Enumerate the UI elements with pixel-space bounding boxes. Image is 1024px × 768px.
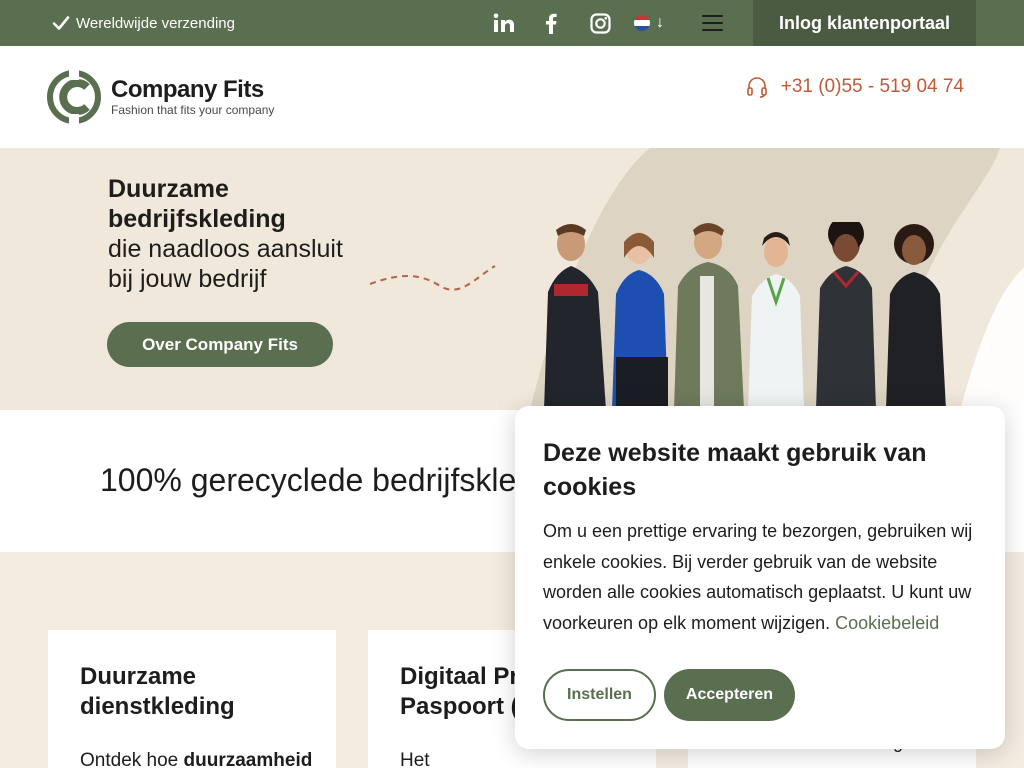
cookie-accept-button[interactable]: Accepteren [664, 669, 795, 721]
instagram-icon[interactable] [588, 0, 612, 46]
netherlands-flag-icon [634, 15, 650, 31]
shipping-text: Wereldwijde verzending [76, 14, 235, 32]
check-icon [52, 16, 70, 30]
recycled-heading: 100% gerecyclede bedrijfskled [100, 462, 535, 498]
card-text: Ontdek hoe duurzaamheid [80, 750, 313, 768]
cookie-title: Deze website maakt gebruik van cookies [543, 439, 927, 501]
company-logo[interactable]: Company Fits Fashion that fits your comp… [47, 70, 274, 124]
phone-number: +31 (0)55 - 519 04 74 [780, 76, 964, 97]
linkedin-icon[interactable] [490, 0, 518, 46]
card-title: Duurzame dienstkleding [80, 663, 235, 720]
card-sustainable-uniforms[interactable]: Duurzame dienstkleding Ontdek hoe duurzaa… [48, 630, 336, 768]
menu-icon[interactable] [702, 0, 728, 46]
card-title: Digitaal Pr Paspoort ( [400, 663, 519, 720]
cookie-description: Om u een prettige ervaring te bezorgen, … [543, 521, 973, 633]
card-text: Het [400, 750, 430, 768]
hero-title: Duurzame bedrijfskleding [108, 175, 286, 233]
phone-link[interactable]: +31 (0)55 - 519 04 74 [746, 76, 964, 98]
cookie-policy-link[interactable]: Cookiebeleid [835, 613, 939, 633]
shipping-notice: Wereldwijde verzending [52, 0, 235, 46]
cookie-settings-button[interactable]: Instellen [543, 669, 656, 721]
language-selector[interactable]: ↓ [634, 0, 664, 46]
logo-mark-icon [47, 70, 101, 124]
language-arrow: ↓ [656, 14, 664, 31]
about-company-button[interactable]: Over Company Fits [107, 322, 333, 367]
models-photo [544, 222, 946, 410]
facebook-icon[interactable] [540, 0, 562, 46]
hero-subtitle: die naadloos aansluit bij jouw bedrijf [108, 235, 343, 293]
hero-section: Duurzame bedrijfskleding die naadloos aan… [0, 148, 1024, 410]
top-bar: Wereldwijde verzending ↓ Inlog klantenpo… [0, 0, 1024, 46]
brand-tagline: Fashion that fits your company [111, 103, 275, 117]
customer-portal-login-button[interactable]: Inlog klantenportaal [753, 0, 976, 46]
headset-icon [746, 77, 767, 98]
site-header: Company Fits Fashion that fits your comp… [0, 46, 1024, 148]
cookie-consent-dialog: Deze website maakt gebruik van cookies O… [515, 406, 1005, 749]
brand-name: Company Fits [111, 76, 264, 103]
